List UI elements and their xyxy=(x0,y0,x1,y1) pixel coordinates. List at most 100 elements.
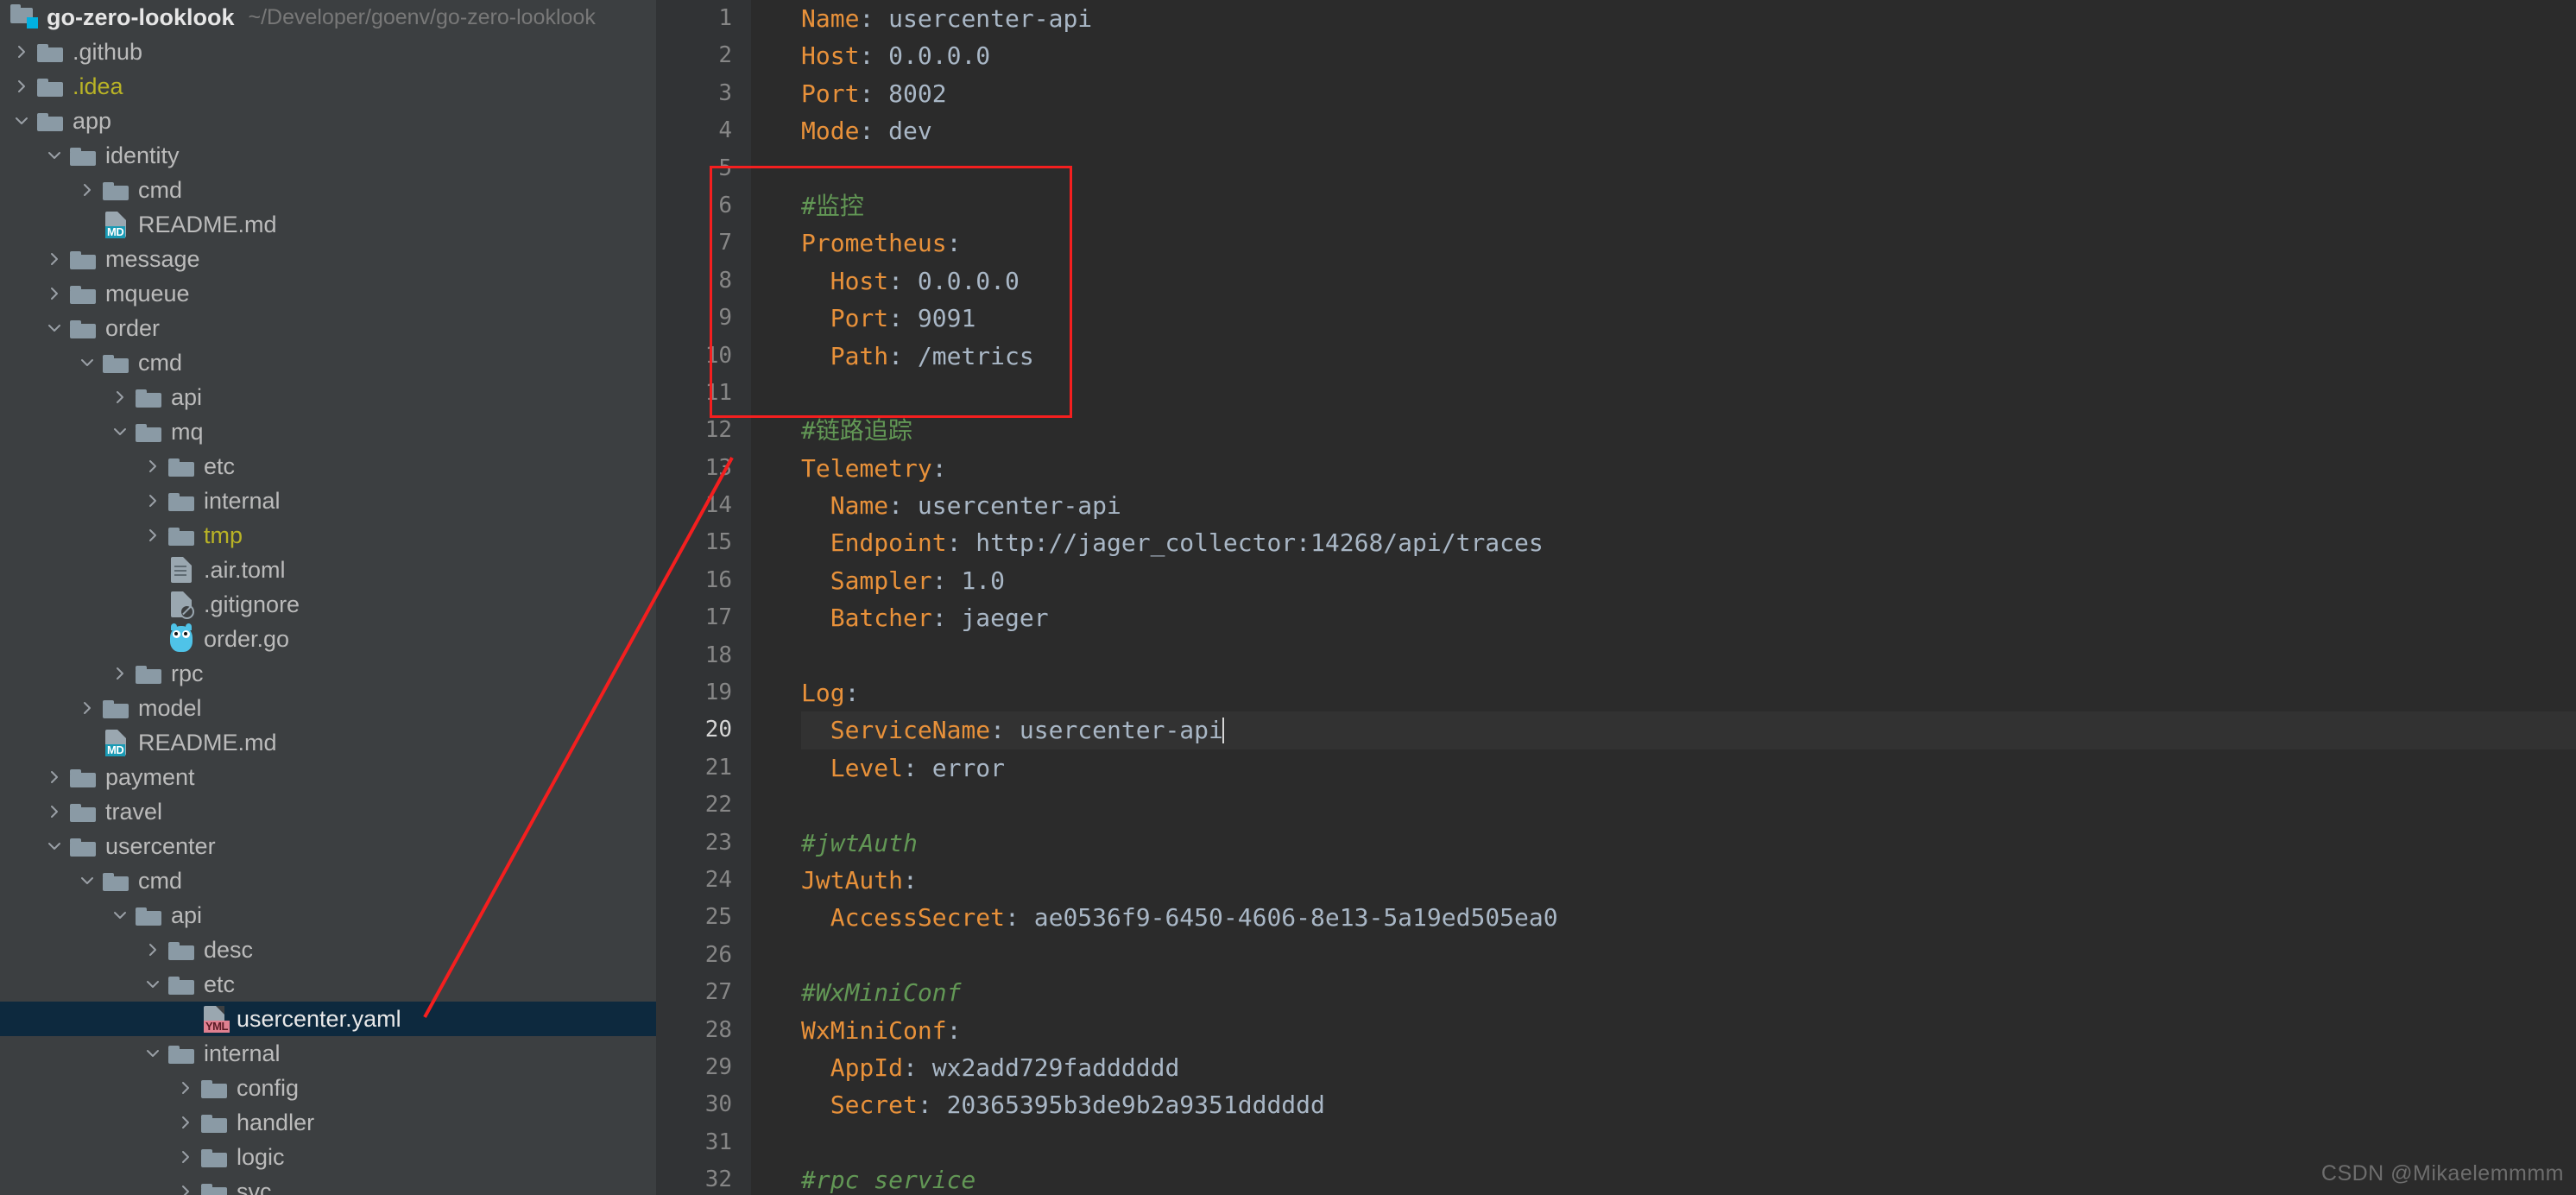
chevron-right-icon[interactable] xyxy=(140,933,166,967)
project-tree-panel[interactable]: go-zero-looklook ~/Developer/goenv/go-ze… xyxy=(0,0,656,1195)
chevron-right-icon[interactable] xyxy=(41,276,67,311)
chevron-right-icon[interactable] xyxy=(140,484,166,518)
tree-item-cmd[interactable]: cmd xyxy=(0,173,656,207)
code-content[interactable]: Name: usercenter-api Host: 0.0.0.0 Port: 8… xyxy=(751,0,2576,1195)
chevron-down-icon[interactable] xyxy=(41,138,67,173)
tree-item-readme-md[interactable]: MD README.md xyxy=(0,207,656,242)
code-line[interactable]: Log: xyxy=(801,674,2576,711)
chevron-down-icon[interactable] xyxy=(140,1036,166,1071)
code-line[interactable] xyxy=(801,637,2576,674)
tree-item-etc[interactable]: etc xyxy=(0,449,656,484)
tree-item-config[interactable]: config xyxy=(0,1071,656,1105)
code-line[interactable]: Sampler: 1.0 xyxy=(801,562,2576,599)
tree-item-travel[interactable]: travel xyxy=(0,794,656,829)
chevron-down-icon[interactable] xyxy=(41,311,67,345)
chevron-down-icon[interactable] xyxy=(74,345,100,380)
code-line[interactable]: #jwtAuth xyxy=(801,825,2576,862)
chevron-right-icon[interactable] xyxy=(173,1140,199,1174)
code-token: : xyxy=(888,341,918,370)
code-line[interactable]: Name: usercenter-api xyxy=(801,0,2576,37)
code-line[interactable]: JwtAuth: xyxy=(801,862,2576,899)
code-line[interactable]: Level: error xyxy=(801,749,2576,787)
tree-item-order[interactable]: order xyxy=(0,311,656,345)
tree-item-handler[interactable]: handler xyxy=(0,1105,656,1140)
tree-item-app[interactable]: app xyxy=(0,104,656,138)
tree-item-rpc[interactable]: rpc xyxy=(0,656,656,691)
tree-item-order-go[interactable]: order.go xyxy=(0,622,656,656)
tree-item-air-toml[interactable]: .air.toml xyxy=(0,553,656,587)
code-line[interactable] xyxy=(801,375,2576,412)
chevron-right-icon[interactable] xyxy=(173,1105,199,1140)
code-line[interactable]: #rpc service xyxy=(801,1161,2576,1195)
code-line[interactable]: WxMiniConf: xyxy=(801,1012,2576,1049)
chevron-right-icon[interactable] xyxy=(41,242,67,276)
code-line[interactable]: Batcher: jaeger xyxy=(801,599,2576,636)
tree-item-github[interactable]: .github xyxy=(0,35,656,69)
chevron-right-icon[interactable] xyxy=(41,794,67,829)
tree-item-cmd[interactable]: cmd xyxy=(0,345,656,380)
tree-item-gitignore[interactable]: .gitignore xyxy=(0,587,656,622)
code-line[interactable]: Port: 8002 xyxy=(801,75,2576,112)
code-line[interactable]: Mode: dev xyxy=(801,112,2576,149)
code-line[interactable]: Name: usercenter-api xyxy=(801,487,2576,524)
tree-item-api[interactable]: api xyxy=(0,898,656,933)
chevron-down-icon[interactable] xyxy=(9,104,35,138)
code-line[interactable]: Path: /metrics xyxy=(801,338,2576,375)
code-line[interactable]: Port: 9091 xyxy=(801,300,2576,337)
tree-item-api[interactable]: api xyxy=(0,380,656,414)
tree-item-internal[interactable]: internal xyxy=(0,484,656,518)
tree-item-identity[interactable]: identity xyxy=(0,138,656,173)
code-line[interactable]: Endpoint: http://jager_collector:14268/a… xyxy=(801,524,2576,561)
code-line[interactable] xyxy=(801,1124,2576,1161)
chevron-down-icon[interactable] xyxy=(107,414,133,449)
chevron-down-icon[interactable] xyxy=(107,898,133,933)
code-editor[interactable]: 1 2 3 4 5 6 7 8 9 10 11 12 13 14 15 16 17 18 19 20 21 22 23 24 2… xyxy=(656,0,2576,1195)
tree-item-idea[interactable]: .idea xyxy=(0,69,656,104)
tree-item-readme-md[interactable]: MD README.md xyxy=(0,725,656,760)
folder-icon xyxy=(67,242,98,276)
code-line[interactable] xyxy=(801,937,2576,974)
chevron-right-icon[interactable] xyxy=(173,1174,199,1195)
tree-item-message[interactable]: message xyxy=(0,242,656,276)
chevron-down-icon[interactable] xyxy=(140,967,166,1002)
chevron-down-icon[interactable] xyxy=(74,863,100,898)
code-line[interactable] xyxy=(801,150,2576,187)
chevron-right-icon[interactable] xyxy=(107,656,133,691)
chevron-right-icon[interactable] xyxy=(9,35,35,69)
code-line[interactable]: AccessSecret: ae0536f9-6450-4606-8e13-5a… xyxy=(801,899,2576,936)
tree-item-cmd[interactable]: cmd xyxy=(0,863,656,898)
chevron-right-icon[interactable] xyxy=(173,1071,199,1105)
tree-item-mqueue[interactable]: mqueue xyxy=(0,276,656,311)
chevron-right-icon[interactable] xyxy=(140,449,166,484)
tree-item-desc[interactable]: desc xyxy=(0,933,656,967)
chevron-down-icon[interactable] xyxy=(41,829,67,863)
chevron-right-icon[interactable] xyxy=(74,173,100,207)
tree-item-mq[interactable]: mq xyxy=(0,414,656,449)
chevron-right-icon[interactable] xyxy=(9,69,35,104)
code-line[interactable] xyxy=(801,787,2576,824)
code-line[interactable]: #WxMiniConf xyxy=(801,974,2576,1011)
tree-item-usercenter-yaml[interactable]: YML usercenter.yaml xyxy=(0,1002,656,1036)
tree-item-tmp[interactable]: tmp xyxy=(0,518,656,553)
tree-item-payment[interactable]: payment xyxy=(0,760,656,794)
tree-item-model[interactable]: model xyxy=(0,691,656,725)
code-line[interactable]: Prometheus: xyxy=(801,224,2576,262)
chevron-right-icon[interactable] xyxy=(41,760,67,794)
code-line[interactable]: Secret: 20365395b3de9b2a9351dddddd xyxy=(801,1086,2576,1123)
code-line[interactable]: Host: 0.0.0.0 xyxy=(801,262,2576,300)
chevron-right-icon[interactable] xyxy=(74,691,100,725)
code-line[interactable]: Telemetry: xyxy=(801,450,2576,487)
code-line[interactable]: Host: 0.0.0.0 xyxy=(801,37,2576,74)
code-line[interactable]: #监控 xyxy=(801,187,2576,224)
tree-item-internal[interactable]: internal xyxy=(0,1036,656,1071)
tree-item-svc[interactable]: svc xyxy=(0,1174,656,1195)
chevron-right-icon[interactable] xyxy=(107,380,133,414)
code-line[interactable]: #链路追踪 xyxy=(801,412,2576,449)
chevron-right-icon[interactable] xyxy=(140,518,166,553)
tree-item-usercenter[interactable]: usercenter xyxy=(0,829,656,863)
tree-item-etc[interactable]: etc xyxy=(0,967,656,1002)
code-line[interactable]: AppId: wx2add729fadddddd xyxy=(801,1049,2576,1086)
tree-row-project-root[interactable]: go-zero-looklook ~/Developer/goenv/go-ze… xyxy=(0,0,656,35)
tree-item-logic[interactable]: logic xyxy=(0,1140,656,1174)
code-line[interactable]: ServiceName: usercenter-api xyxy=(801,711,2576,749)
